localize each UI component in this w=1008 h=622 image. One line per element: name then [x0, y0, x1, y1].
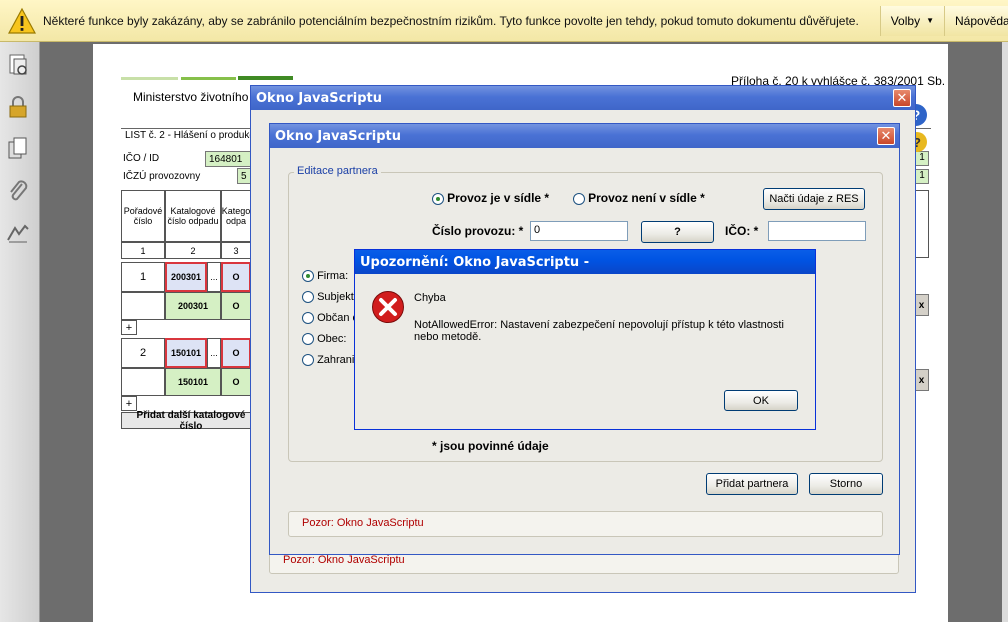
- inner-dialog-titlebar: Okno JavaScriptu: [270, 124, 899, 148]
- row-number: 1: [121, 262, 165, 292]
- catalog-code-confirmed: 200301: [165, 292, 221, 320]
- add-row-button[interactable]: +: [121, 320, 137, 335]
- page-thumbnails-icon[interactable]: [5, 52, 31, 78]
- alert-title: Upozornění: Okno JavaScriptu -: [360, 254, 590, 270]
- add-catalog-button[interactable]: Přidat další katalogové číslo: [121, 410, 251, 432]
- inner-footer-box: Pozor: Okno JavaScriptu: [288, 511, 883, 537]
- type-label: Firma:: [317, 270, 349, 282]
- scrollbar-track[interactable]: [1002, 42, 1008, 622]
- security-warning-bar: Některé funkce byly zakázány, aby se zab…: [0, 0, 1008, 42]
- radio-button[interactable]: [302, 354, 314, 367]
- alert-titlebar: Upozornění: Okno JavaScriptu -: [355, 250, 815, 274]
- right-value: 1: [915, 151, 929, 166]
- inner-dialog-close-icon[interactable]: ✕: [877, 127, 895, 145]
- remove-row-button[interactable]: x: [914, 294, 929, 316]
- header-stripe: [181, 77, 236, 80]
- type-option-subjekt[interactable]: Subjekt: [302, 291, 354, 304]
- cislo-provozu-input[interactable]: 0: [530, 221, 628, 241]
- radio-button[interactable]: [302, 291, 314, 304]
- radio-button[interactable]: [302, 312, 314, 325]
- right-value: 1: [915, 169, 929, 184]
- radio-provoz-mimo-sidlo[interactable]: Provoz není v sídle *: [573, 191, 705, 206]
- row-number: 2: [121, 338, 165, 368]
- header-cell-poradove: Pořadové číslo: [121, 190, 165, 242]
- catalog-code-confirmed: 150101: [165, 368, 221, 396]
- type-option-obec[interactable]: Obec:: [302, 333, 347, 346]
- left-navigation-toolbar: [0, 42, 40, 622]
- outer-dialog-title: Okno JavaScriptu: [256, 90, 382, 106]
- header-stripe: [238, 76, 293, 80]
- header-cell-kategorie: Katego odpa: [221, 190, 251, 242]
- list-title: LIST č. 2 - Hlášení o produkci a: [125, 130, 265, 141]
- required-note: * jsou povinné údaje: [432, 439, 549, 453]
- attachment-icon[interactable]: [5, 178, 31, 204]
- ico-label: IČO / ID: [123, 153, 160, 164]
- header-num: 2: [165, 242, 221, 259]
- type-label: Občan c: [317, 312, 359, 324]
- radio-provoz-v-sidle[interactable]: Provoz je v sídle *: [432, 191, 550, 206]
- header-num: 1: [121, 242, 165, 259]
- warning-icon: [7, 7, 37, 35]
- type-option-obcan[interactable]: Občan c: [302, 312, 359, 325]
- row-spacer: [121, 368, 165, 396]
- row-spacer: [121, 292, 165, 320]
- radio-label: Provoz je v sídle *: [447, 191, 550, 205]
- options-label: Volby: [890, 13, 921, 28]
- lookup-button[interactable]: ?: [641, 221, 714, 243]
- outer-dialog-close-icon[interactable]: ✕: [893, 89, 911, 107]
- load-res-button[interactable]: Načti údaje z RES: [763, 188, 865, 210]
- outer-footer-warning: Pozor: Okno JavaScriptu: [283, 554, 405, 566]
- category-confirmed: O: [221, 368, 251, 396]
- catalog-code-field[interactable]: 150101: [165, 338, 207, 368]
- ministry-name: Ministerstvo životního pr: [133, 90, 263, 104]
- category-field[interactable]: O: [221, 262, 251, 292]
- error-icon: [371, 290, 405, 324]
- partner-edit-legend: Editace partnera: [294, 165, 381, 177]
- catalog-code-field[interactable]: 200301: [165, 262, 207, 292]
- remove-row-button[interactable]: x: [914, 369, 929, 391]
- iczu-label: IČZÚ provozovny: [123, 171, 201, 182]
- lock-icon[interactable]: [5, 94, 31, 120]
- ok-button[interactable]: OK: [724, 390, 798, 411]
- security-message: Některé funkce byly zakázány, aby se zab…: [43, 13, 859, 28]
- add-partner-button[interactable]: Přidat partnera: [706, 473, 798, 495]
- type-option-firma[interactable]: Firma:: [302, 270, 349, 283]
- cislo-provozu-label: Číslo provozu: *: [432, 224, 524, 238]
- options-button[interactable]: Volby ▼: [879, 5, 944, 36]
- browse-button[interactable]: ...: [207, 338, 221, 368]
- inner-dialog-title: Okno JavaScriptu: [275, 128, 401, 144]
- signature-icon[interactable]: [5, 220, 31, 246]
- radio-button-selected[interactable]: [432, 193, 444, 206]
- radio-button[interactable]: [573, 193, 585, 206]
- error-alert-dialog: Upozornění: Okno JavaScriptu - Chyba Not…: [354, 249, 816, 430]
- alert-heading: Chyba: [414, 292, 446, 304]
- header-cell-katalogove: Katalogové číslo odpadu: [165, 190, 221, 242]
- ico-input[interactable]: [768, 221, 866, 241]
- type-label: Zahrani: [317, 354, 355, 366]
- radio-label: Provoz není v sídle *: [588, 191, 705, 205]
- ico-label: IČO: *: [725, 224, 759, 238]
- category-field[interactable]: O: [221, 338, 251, 368]
- radio-button[interactable]: [302, 333, 314, 346]
- pages-icon[interactable]: [5, 136, 31, 162]
- dropdown-arrow-icon: ▼: [926, 16, 934, 25]
- header-stripe: [121, 77, 178, 80]
- outer-dialog-titlebar: Okno JavaScriptu: [251, 86, 915, 110]
- radio-button-selected[interactable]: [302, 270, 314, 283]
- browse-button[interactable]: ...: [207, 262, 221, 292]
- viewer-background: [948, 42, 1008, 622]
- cancel-button[interactable]: Storno: [809, 473, 883, 495]
- alert-message: NotAllowedError: Nastavení zabezpečení n…: [414, 319, 784, 343]
- inner-footer-warning: Pozor: Okno JavaScriptu: [302, 517, 424, 529]
- header-num: 3: [221, 242, 251, 259]
- category-confirmed: O: [221, 292, 251, 320]
- help-button[interactable]: Nápověda: [944, 5, 1008, 36]
- type-option-zahranici[interactable]: Zahrani: [302, 354, 355, 367]
- type-label: Subjekt: [317, 291, 354, 303]
- ico-field[interactable]: 164801: [205, 151, 255, 167]
- type-label: Obec:: [317, 333, 347, 345]
